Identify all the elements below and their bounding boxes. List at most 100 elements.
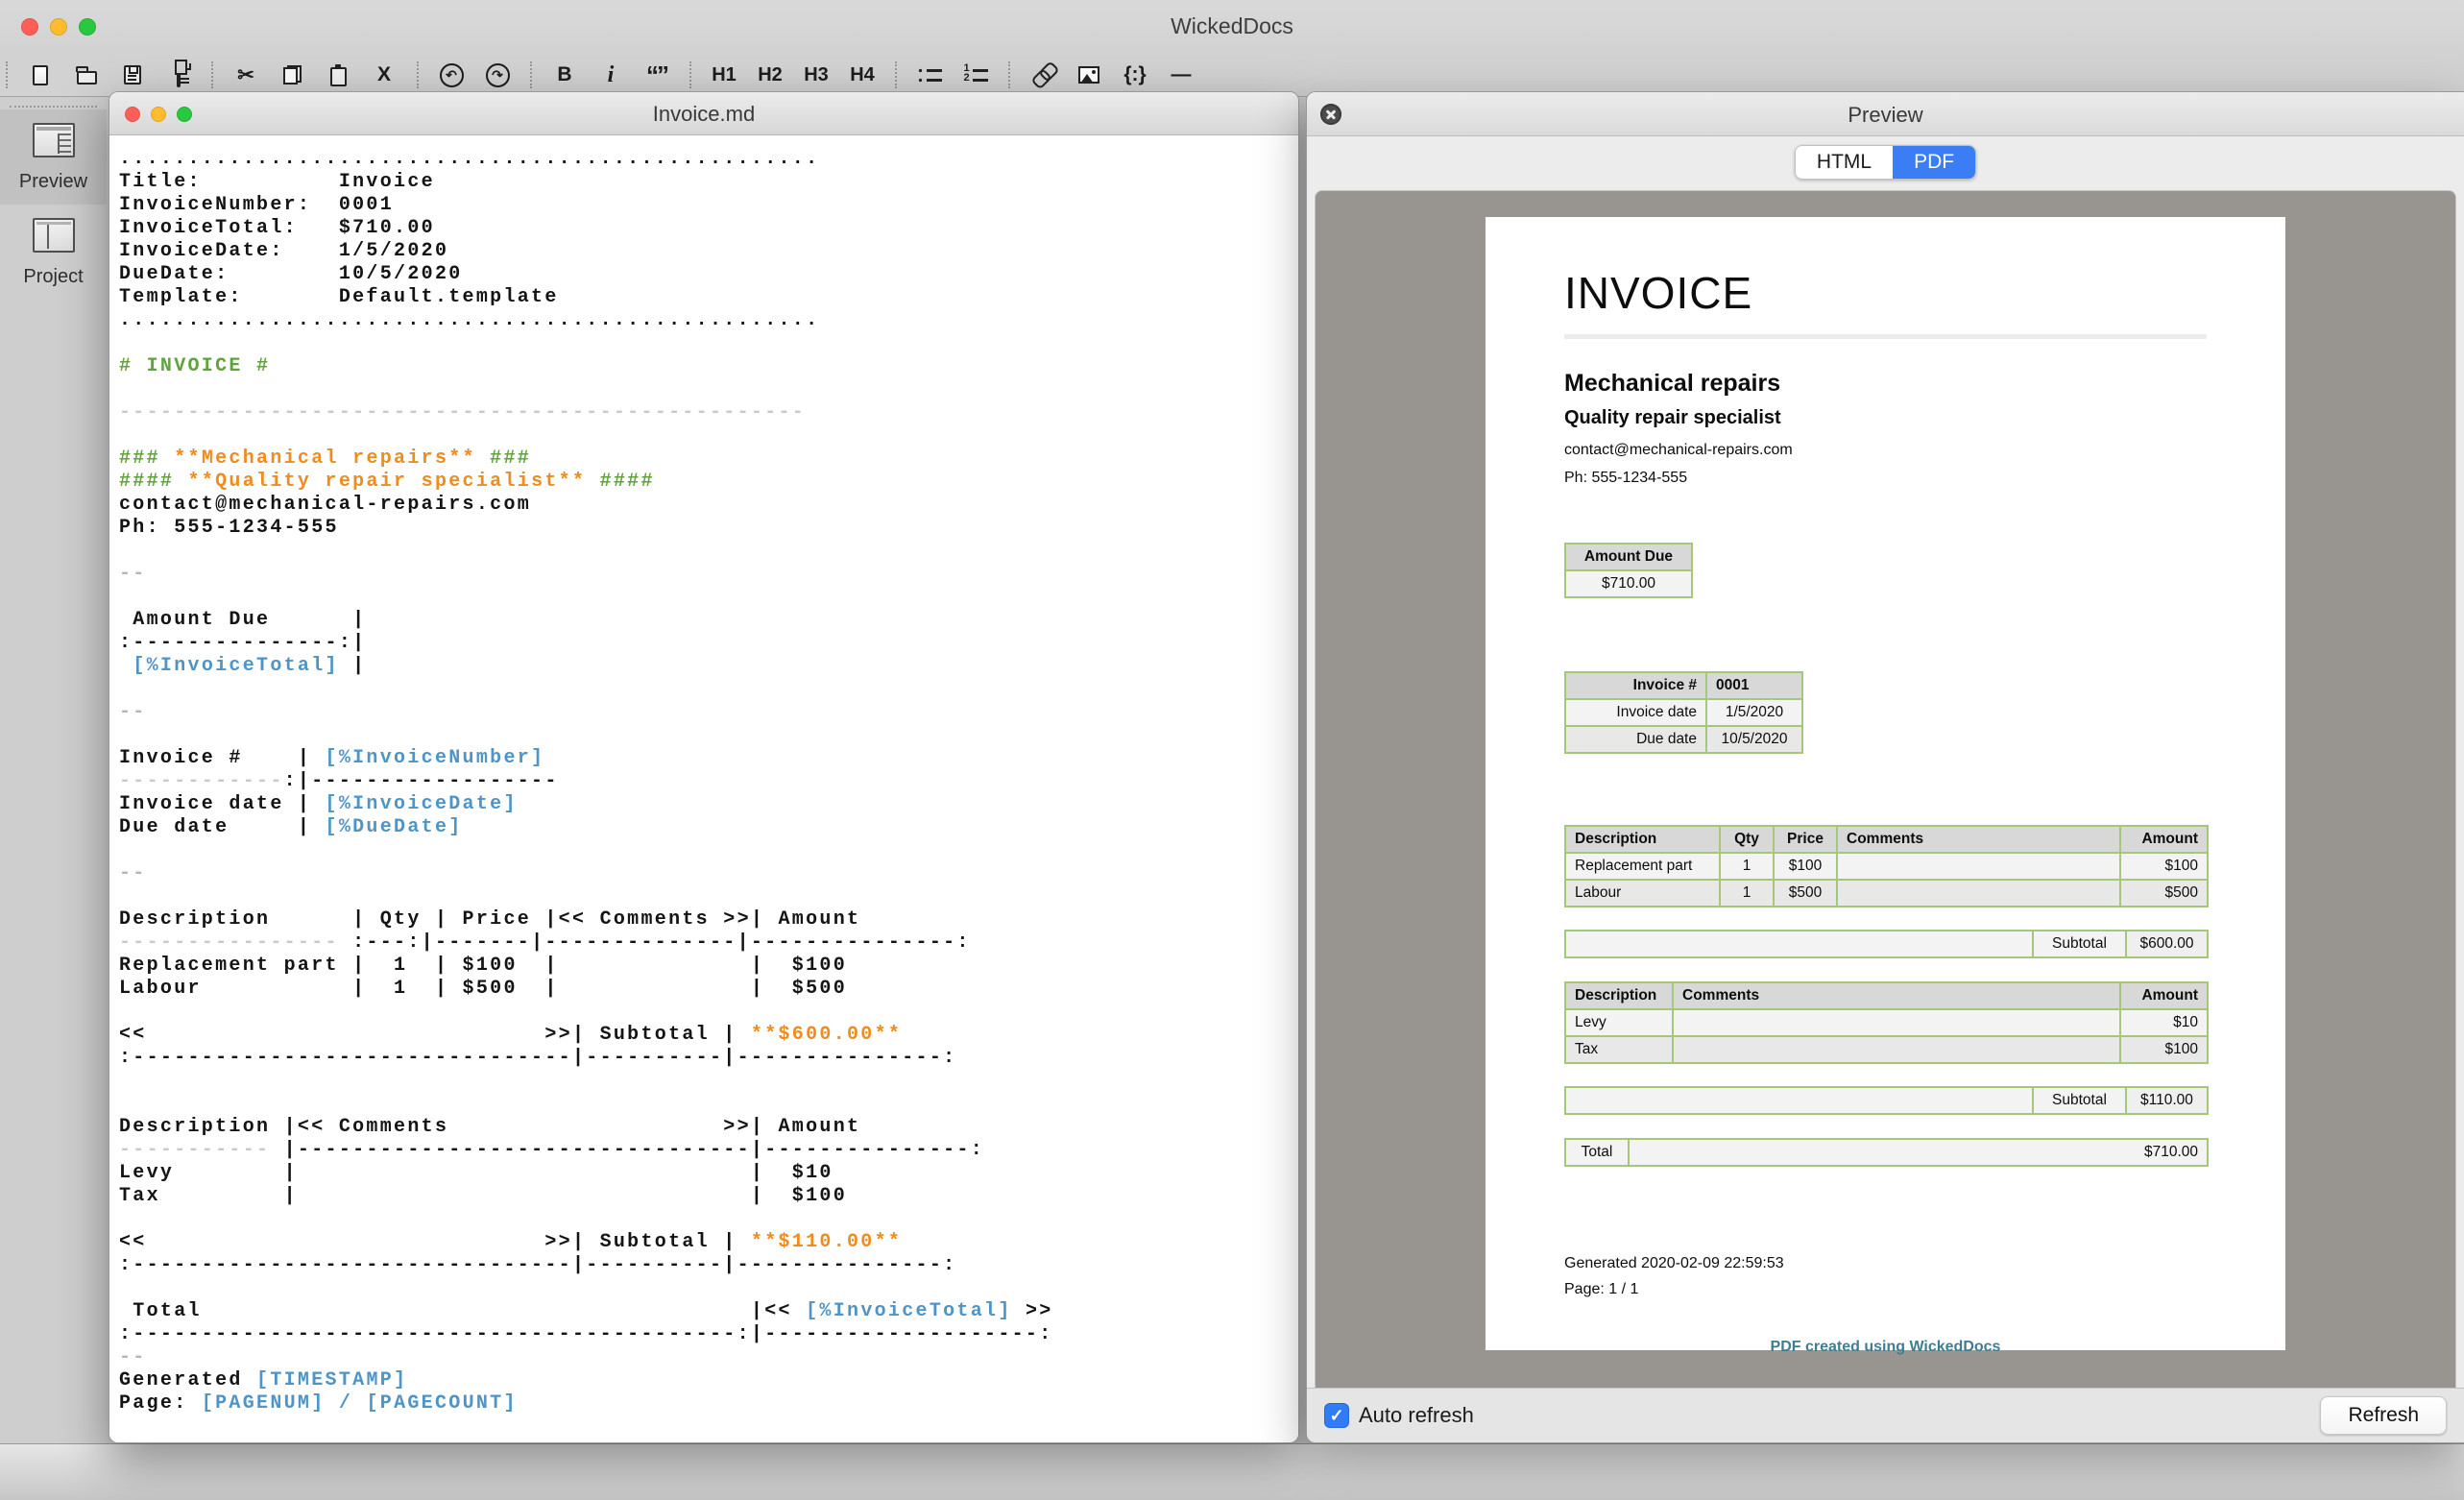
editor-line xyxy=(119,424,1298,448)
invoice-meta-table: Invoice # 0001 Invoice date 1/5/2020 Due… xyxy=(1564,671,1803,754)
editor-line: << >>| Subtotal | **$110.00** xyxy=(119,1231,1298,1254)
table-row: $710.00 xyxy=(1565,570,1692,597)
italic-icon[interactable]: i xyxy=(590,59,632,91)
editor-line: :--------------------------------|------… xyxy=(119,1254,1298,1277)
pdf-viewport[interactable]: INVOICE Mechanical repairs Quality repai… xyxy=(1315,190,2456,1388)
auto-refresh-label: Auto refresh xyxy=(1359,1403,1474,1428)
line-items-table: Description Qty Price Comments Amount Re… xyxy=(1564,825,2209,907)
bullet-list-icon[interactable] xyxy=(908,59,951,91)
clipboard-group: ✂ X xyxy=(213,59,417,91)
editor-line: Generated [TIMESTAMP] xyxy=(119,1369,1298,1392)
preview-titlebar[interactable]: Preview xyxy=(1307,92,2464,136)
heading1-icon[interactable]: H1 xyxy=(703,59,745,91)
amount-due-table: Amount Due $710.00 xyxy=(1564,543,1693,598)
tab-pdf[interactable]: PDF xyxy=(1893,146,1975,179)
editor-line: :---------------------------------------… xyxy=(119,1323,1298,1346)
table-row: Total $710.00 xyxy=(1565,1139,2208,1166)
editor-line: ### **Mechanical repairs** ### xyxy=(119,448,1298,471)
editor-titlebar[interactable]: Invoice.md xyxy=(109,92,1298,135)
save-as-icon[interactable] xyxy=(157,59,200,91)
editor-line: contact@mechanical-repairs.com xyxy=(119,494,1298,517)
editor-line: ........................................… xyxy=(119,148,1298,171)
app-title: WickedDocs xyxy=(0,13,2464,39)
editor-line: :--------------------------------|------… xyxy=(119,1047,1298,1070)
editor-line xyxy=(119,540,1298,563)
editor-line: ------------:|------------------ xyxy=(119,770,1298,793)
table-row: Labour 1 $500 $500 xyxy=(1565,880,2208,907)
editor-line xyxy=(119,378,1298,401)
history-group: ↶ ↷ xyxy=(419,59,530,91)
preview-title: Preview xyxy=(1307,103,2464,128)
open-file-icon[interactable] xyxy=(65,59,108,91)
preview-layout-icon xyxy=(33,123,75,157)
table-row: Replacement part 1 $100 $100 xyxy=(1565,853,2208,880)
numbered-list-icon[interactable] xyxy=(954,59,997,91)
company-name: Mechanical repairs xyxy=(1564,370,2207,398)
editor-line: Total |<< [%InvoiceTotal] >> xyxy=(119,1300,1298,1323)
horizontal-rule-icon[interactable]: — xyxy=(1160,59,1202,91)
page-number: Page: 1 / 1 xyxy=(1564,1281,2207,1298)
undo-icon[interactable]: ↶ xyxy=(430,59,472,91)
editor-line: Ph: 555-1234-555 xyxy=(119,517,1298,540)
editor-body: ........................................… xyxy=(109,136,1298,1442)
editor-line xyxy=(119,332,1298,355)
editor-line xyxy=(119,1001,1298,1024)
sidebar-item-preview[interactable]: Preview xyxy=(0,109,107,205)
bold-icon[interactable]: B xyxy=(544,59,586,91)
editor-line: :---------------:| xyxy=(119,632,1298,655)
heading4-icon[interactable]: H4 xyxy=(841,59,883,91)
status-strip xyxy=(0,1443,2464,1500)
editor-line: ----------------------------------------… xyxy=(119,401,1298,424)
tab-html[interactable]: HTML xyxy=(1796,146,1893,179)
editor-line: DueDate: 10/5/2020 xyxy=(119,263,1298,286)
total-row: Total $710.00 xyxy=(1564,1138,2209,1167)
image-icon[interactable] xyxy=(1068,59,1110,91)
editor-line: Amount Due | xyxy=(119,609,1298,632)
heading2-icon[interactable]: H2 xyxy=(749,59,791,91)
sidebar-item-project[interactable]: Project xyxy=(0,205,107,300)
fees-subtotal-row: Subtotal $110.00 xyxy=(1564,1086,2209,1115)
editor-line: Description |<< Comments >>| Amount xyxy=(119,1116,1298,1139)
fees-table: Description Comments Amount Levy $10 Tax… xyxy=(1564,981,2209,1064)
code-block-icon[interactable]: {:} xyxy=(1114,59,1156,91)
editor-line: InvoiceNumber: 0001 xyxy=(119,194,1298,217)
save-icon[interactable] xyxy=(111,59,154,91)
refresh-button[interactable]: Refresh xyxy=(2320,1396,2447,1435)
table-row: Amount Due xyxy=(1565,544,1692,570)
editor-line: Due date | [%DueDate] xyxy=(119,816,1298,839)
editor-line: Replacement part | 1 | $100 | | $100 xyxy=(119,955,1298,978)
cut-icon[interactable]: ✂ xyxy=(225,59,267,91)
table-row: Description Comments Amount xyxy=(1565,982,2208,1009)
heading3-icon[interactable]: H3 xyxy=(795,59,837,91)
file-group xyxy=(8,59,211,91)
main-titlebar[interactable]: WickedDocs xyxy=(0,0,2464,54)
auto-refresh-checkbox[interactable]: ✓ xyxy=(1324,1403,1349,1428)
preview-tabstrip: HTML PDF xyxy=(1307,136,2464,188)
wickeddocs-footer-link[interactable]: PDF created using WickedDocs xyxy=(1564,1339,2207,1356)
company-email: contact@mechanical-repairs.com xyxy=(1564,442,2207,459)
sidebar-grip[interactable] xyxy=(10,106,97,108)
new-document-icon[interactable] xyxy=(19,59,61,91)
editor-line: ........................................… xyxy=(119,309,1298,332)
sidebar: Preview Project xyxy=(0,98,107,1443)
preview-panel: Preview HTML PDF INVOICE Mechanical repa… xyxy=(1306,91,2464,1443)
editor-line: InvoiceDate: 1/5/2020 xyxy=(119,240,1298,263)
table-row: Levy $10 xyxy=(1565,1009,2208,1036)
editor-line: #### **Quality repair specialist** #### xyxy=(119,471,1298,494)
link-icon[interactable] xyxy=(1022,59,1064,91)
editor-line xyxy=(119,885,1298,908)
blockquote-icon[interactable]: “” xyxy=(636,59,678,91)
editor-line: Page: [PAGENUM] / [PAGECOUNT] xyxy=(119,1392,1298,1415)
editor-line xyxy=(119,839,1298,862)
redo-icon[interactable]: ↷ xyxy=(476,59,519,91)
copy-icon[interactable] xyxy=(271,59,313,91)
table-row: Description Qty Price Comments Amount xyxy=(1565,826,2208,853)
editor-line: Description | Qty | Price |<< Comments >… xyxy=(119,908,1298,931)
editor-line xyxy=(119,1093,1298,1116)
markdown-editor[interactable]: ........................................… xyxy=(119,148,1298,1415)
delete-icon[interactable]: X xyxy=(363,59,405,91)
table-row: Subtotal $110.00 xyxy=(1565,1087,2208,1114)
sidebar-item-label: Project xyxy=(23,266,83,288)
paste-icon[interactable] xyxy=(317,59,359,91)
editor-line: Invoice # | [%InvoiceNumber] xyxy=(119,747,1298,770)
